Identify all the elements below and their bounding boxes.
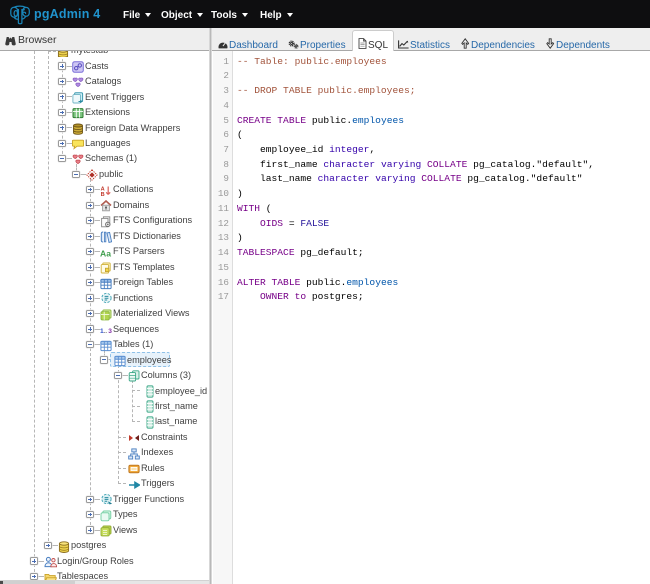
svg-text:..: .. <box>103 328 107 335</box>
svg-text:Aa: Aa <box>100 248 111 258</box>
svg-text:B: B <box>100 192 104 197</box>
svg-text:3: 3 <box>108 328 112 335</box>
